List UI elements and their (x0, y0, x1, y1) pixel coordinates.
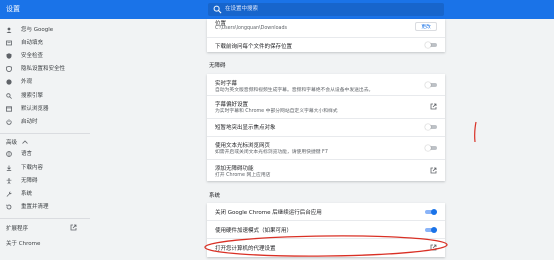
search-box[interactable] (208, 3, 444, 16)
downloads-card: 位置 C:\Users\longquan\Downloads 更改 下载前询问每… (207, 19, 445, 52)
background-apps-title: 关闭 Google Chrome 后继续运行后台应用 (215, 210, 322, 216)
autofill-icon (6, 40, 12, 46)
person-icon (6, 27, 12, 33)
search-icon (213, 5, 222, 14)
annotation-stroke (474, 121, 477, 143)
add-accessibility-desc: 打开 Chrome 网上应用店 (215, 173, 271, 178)
accessibility-card: 实时字幕 自动为英文版音频和视频生成字幕。音频和字幕绝不会从设备中发送出去。 字… (207, 74, 445, 181)
sidebar-item-on-startup[interactable]: 启动时 (0, 115, 90, 129)
focus-highlight-title: 短暂地突出显示焦点对象 (215, 125, 276, 131)
sidebar-item-extensions[interactable]: 扩展程序 (6, 224, 28, 232)
sidebar-item-label: 重置并清理 (21, 204, 49, 210)
focus-highlight-toggle[interactable] (425, 124, 437, 130)
sidebar-item-appearance[interactable]: 外观 (0, 75, 90, 89)
wrench-icon (6, 191, 12, 197)
about-label: 关于 Chrome (6, 241, 41, 247)
sidebar-item-safety-check[interactable]: 安全检查 (0, 49, 90, 63)
top-bar: 设置 (0, 0, 554, 19)
external-link-icon[interactable] (70, 224, 77, 231)
chevron-up-icon (21, 140, 28, 144)
sidebar-item-about[interactable]: 关于 Chrome (6, 239, 40, 247)
sidebar-item-reset[interactable]: 重置并清理 (0, 200, 90, 214)
caption-preferences-row[interactable]: 字幕偏好设置 为实时字幕和 Chrome 中部分网站自定义字幕大小和样式 (207, 96, 445, 117)
sidebar-item-you-and-google[interactable]: 您与 Google (0, 23, 90, 37)
caret-browsing-toggle[interactable] (425, 145, 437, 151)
accessibility-heading: 无障碍 (209, 63, 226, 69)
browser-icon (6, 106, 12, 112)
live-caption-desc: 自动为英文版音频和视频生成字幕。音频和字幕绝不会从设备中发送出去。 (215, 88, 374, 93)
sidebar-item-label: 默认浏览器 (21, 106, 49, 112)
extensions-label: 扩展程序 (6, 226, 29, 232)
proxy-settings-title: 打开您计算机的代理设置 (215, 246, 276, 252)
hardware-acceleration-row[interactable]: 使用硬件加速模式（如果可用） (207, 221, 445, 238)
sidebar-advanced-toggle[interactable]: 高级 (6, 138, 28, 146)
sidebar-divider (0, 218, 90, 219)
sidebar-item-downloads[interactable]: 下载内容 (0, 161, 90, 175)
hardware-acceleration-toggle[interactable] (425, 227, 437, 233)
location-path: C:\Users\longquan\Downloads (215, 26, 288, 31)
sidebar-item-label: 搜索引擎 (21, 93, 44, 99)
reset-icon (6, 204, 12, 210)
sidebar-item-label: 启动时 (21, 119, 38, 125)
focus-highlight-row[interactable]: 短暂地突出显示焦点对象 (207, 119, 445, 136)
shield-icon (6, 66, 12, 72)
sidebar-item-autofill[interactable]: 自动填充 (0, 36, 90, 50)
sidebar-item-label: 下载内容 (21, 165, 44, 171)
palette-icon (6, 79, 12, 85)
sidebar-item-label: 系统 (21, 191, 33, 197)
caret-browsing-row[interactable]: 使用文本光标浏览网页 如需开启或关闭文本光标浏览功能，请使用快捷键 F7 (207, 137, 445, 158)
external-link-icon[interactable] (430, 103, 437, 110)
live-caption-row[interactable]: 实时字幕 自动为英文版音频和视频生成字幕。音频和字幕绝不会从设备中发送出去。 (207, 74, 445, 94)
sidebar-item-search-engine[interactable]: 搜索引擎 (0, 89, 90, 103)
globe-icon (6, 151, 12, 157)
caret-browsing-desc: 如需开启或关闭文本光标浏览功能，请使用快捷键 F7 (215, 150, 328, 155)
sidebar-item-languages[interactable]: 语言 (0, 147, 90, 161)
ask-where-to-save-row[interactable]: 下载前询问每个文件的保存位置 (207, 38, 445, 52)
external-link-icon[interactable] (430, 244, 437, 251)
background-apps-row[interactable]: 关闭 Google Chrome 后继续运行后台应用 (207, 203, 445, 220)
ask-where-to-save-toggle[interactable] (425, 42, 437, 48)
sidebar-item-system[interactable]: 系统 (0, 187, 90, 201)
accessibility-icon (6, 178, 12, 184)
shield-check-icon (6, 53, 12, 59)
system-heading: 系统 (209, 193, 221, 199)
search-input[interactable] (225, 4, 435, 14)
advanced-label: 高级 (6, 140, 18, 146)
sidebar-item-label: 语言 (21, 151, 33, 157)
background-apps-toggle[interactable] (425, 209, 437, 215)
change-location-button[interactable]: 更改 (415, 22, 437, 31)
sidebar-item-label: 自动填充 (21, 40, 44, 46)
download-icon (6, 165, 12, 171)
sidebar-divider (0, 133, 90, 134)
ask-where-to-save-label: 下载前询问每个文件的保存位置 (215, 44, 293, 50)
sidebar-item-privacy[interactable]: 隐私设置和安全性 (0, 62, 90, 76)
page-title: 设置 (6, 5, 20, 13)
sidebar-item-label: 隐私设置和安全性 (21, 66, 66, 72)
sidebar-item-label: 您与 Google (21, 27, 54, 33)
add-accessibility-features-row[interactable]: 添加无障碍功能 打开 Chrome 网上应用店 (207, 160, 445, 181)
sidebar-item-default-browser[interactable]: 默认浏览器 (0, 102, 90, 116)
sidebar-item-label: 安全检查 (21, 53, 44, 59)
hardware-acceleration-title: 使用硬件加速模式（如果可用） (215, 228, 293, 234)
caption-preferences-desc: 为实时字幕和 Chrome 中部分网站自定义字幕大小和样式 (215, 109, 338, 114)
power-icon (6, 119, 12, 125)
sidebar-item-label: 无障碍 (21, 178, 38, 184)
proxy-settings-row[interactable]: 打开您计算机的代理设置 (207, 239, 445, 257)
download-location-row: 位置 C:\Users\longquan\Downloads 更改 (207, 19, 445, 36)
search-icon (6, 93, 12, 99)
sidebar-item-label: 外观 (21, 79, 33, 85)
external-link-icon[interactable] (430, 167, 437, 174)
live-caption-toggle[interactable] (425, 82, 437, 88)
sidebar: 您与 Google 自动填充 安全检查 隐私设置和安全性 外观 搜索引擎 默认浏… (0, 19, 90, 260)
sidebar-item-accessibility[interactable]: 无障碍 (0, 174, 90, 188)
system-card: 关闭 Google Chrome 后继续运行后台应用 使用硬件加速模式（如果可用… (207, 203, 445, 257)
